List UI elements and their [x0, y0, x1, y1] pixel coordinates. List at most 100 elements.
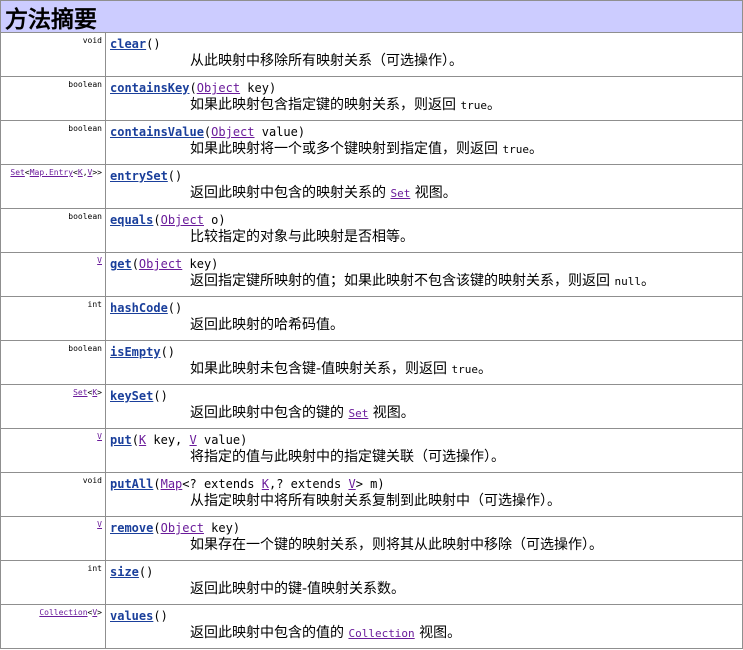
table-row: void clear() 从此映射中移除所有映射关系（可选操作）。: [0, 33, 743, 77]
summary-text: 将指定的值与此映射中的指定键关联（可选操作）。: [190, 449, 505, 465]
summary-code: true: [502, 143, 529, 156]
method-summary-text: 如果存在一个键的映射关系，则将其从此映射中移除（可选操作）。: [190, 536, 742, 554]
method-link-get[interactable]: get: [110, 257, 132, 271]
method-summary-text: 返回此映射中包含的值的 Collection 视图。: [190, 624, 742, 643]
method-summary-text: 将指定的值与此映射中的指定键关联（可选操作）。: [190, 448, 742, 466]
type-link-object[interactable]: Object: [197, 81, 240, 95]
summary-code: true: [451, 363, 479, 376]
return-type-text: void: [82, 476, 102, 485]
table-row: Collection<V> values() 返回此映射中包含的值的 Colle…: [0, 605, 743, 649]
summary-text: 如果存在一个键的映射关系，则将其从此映射中移除（可选操作）。: [190, 537, 603, 553]
table-row: V get(Object key) 返回指定键所映射的值；如果此映射不包含该键的…: [0, 253, 743, 297]
signature-text: ,? extends: [269, 477, 349, 491]
table-row: Set<Map.Entry<K,V>> entrySet() 返回此映射中包含的…: [0, 165, 743, 209]
signature-text: value): [254, 125, 306, 139]
summary-text: 返回此映射中包含的值的: [190, 625, 349, 641]
type-link-object[interactable]: Object: [211, 125, 254, 139]
return-type-text: boolean: [68, 80, 102, 89]
type-link-object[interactable]: Object: [139, 257, 182, 271]
table-row: int size() 返回此映射中的键-值映射关系数。: [0, 561, 743, 605]
method-link-isEmpty[interactable]: isEmpty: [110, 345, 161, 359]
return-type: boolean: [1, 341, 106, 384]
return-type: void: [1, 473, 106, 516]
type-link-v[interactable]: V: [97, 520, 102, 529]
summary-code: true: [460, 99, 487, 112]
method-summary-text: 返回此映射中包含的映射关系的 Set 视图。: [190, 184, 742, 203]
method-signature: equals(Object o): [110, 213, 226, 227]
method-link-putAll[interactable]: putAll: [110, 477, 153, 491]
table-row: V put(K key, V value) 将指定的值与此映射中的指定键关联（可…: [0, 429, 743, 473]
summary-text: 如果此映射将一个或多个键映射到指定值，则返回: [190, 141, 503, 157]
return-type-text: int: [87, 300, 102, 309]
type-punct: >: [97, 608, 102, 617]
method-link-clear[interactable]: clear: [110, 37, 146, 51]
type-link-k[interactable]: K: [262, 477, 269, 491]
table-row: V remove(Object key) 如果存在一个键的映射关系，则将其从此映…: [0, 517, 743, 561]
method-link-remove[interactable]: remove: [110, 521, 153, 535]
table-row: boolean containsValue(Object value) 如果此映…: [0, 121, 743, 165]
summary-text: 返回此映射中包含的映射关系的: [190, 185, 391, 201]
return-type: int: [1, 561, 106, 604]
summary-text: 从此映射中移除所有映射关系（可选操作）。: [190, 53, 463, 69]
method-link-containsKey[interactable]: containsKey: [110, 81, 189, 95]
summary-text: 从指定映射中将所有映射关系复制到此映射中（可选操作）。: [190, 493, 561, 509]
signature-text: (): [138, 565, 154, 579]
signature-text: (): [146, 37, 161, 51]
method-description: containsKey(Object key) 如果此映射包含指定键的映射关系，…: [106, 77, 742, 120]
summary-end: 。: [640, 273, 655, 289]
table-row: boolean isEmpty() 如果此映射未包含键-值映射关系，则返回 tr…: [0, 341, 743, 385]
summary-type-link[interactable]: Set: [390, 187, 410, 200]
signature-text: (: [153, 477, 161, 491]
summary-type-link[interactable]: Collection: [348, 627, 414, 640]
summary-end: 。: [478, 361, 493, 377]
type-link-v[interactable]: V: [97, 432, 102, 441]
method-link-keySet[interactable]: keySet: [110, 389, 153, 403]
type-link-collection[interactable]: Collection: [39, 608, 87, 617]
method-summary-text: 如果此映射将一个或多个键映射到指定值，则返回 true。: [190, 140, 742, 159]
summary-code: null: [614, 275, 641, 288]
summary-end: 视图。: [410, 185, 457, 201]
method-summary-text: 如果此映射包含指定键的映射关系，则返回 true。: [190, 96, 742, 115]
method-link-hashCode[interactable]: hashCode: [110, 301, 168, 315]
method-link-size[interactable]: size: [110, 565, 139, 579]
return-type: boolean: [1, 121, 106, 164]
signature-text: o): [203, 213, 226, 227]
signature-text: (): [167, 301, 183, 315]
method-link-equals[interactable]: equals: [110, 213, 153, 227]
type-link-object[interactable]: Object: [161, 521, 204, 535]
method-description: clear() 从此映射中移除所有映射关系（可选操作）。: [106, 33, 742, 76]
type-punct: >>: [92, 168, 102, 177]
return-type-text: void: [82, 36, 102, 45]
method-description: isEmpty() 如果此映射未包含键-值映射关系，则返回 true。: [106, 341, 742, 384]
method-summary-title: 方法摘要: [5, 6, 97, 33]
summary-type-link[interactable]: Set: [348, 407, 368, 420]
type-link-set[interactable]: Set: [10, 168, 24, 177]
method-description: put(K key, V value) 将指定的值与此映射中的指定键关联（可选操…: [106, 429, 742, 472]
signature-text: key): [240, 81, 277, 95]
type-link-v[interactable]: V: [348, 477, 355, 491]
method-link-values[interactable]: values: [110, 609, 153, 623]
signature-text: key,: [146, 433, 190, 447]
type-link-map-entry[interactable]: Map.Entry: [30, 168, 73, 177]
type-link-set[interactable]: Set: [73, 388, 87, 397]
return-type: int: [1, 297, 106, 340]
method-signature: size(): [110, 565, 742, 580]
method-signature: containsValue(Object value): [110, 125, 306, 139]
return-type: Set<K>: [1, 385, 106, 428]
method-link-containsValue[interactable]: containsValue: [110, 125, 204, 139]
table-row: boolean containsKey(Object key) 如果此映射包含指…: [0, 77, 743, 121]
return-type-text: int: [87, 564, 102, 573]
signature-text: <? extends: [182, 477, 262, 491]
type-link-object[interactable]: Object: [161, 213, 204, 227]
method-description: equals(Object o) 比较指定的对象与此映射是否相等。: [106, 209, 742, 252]
summary-text: 比较指定的对象与此映射是否相等。: [190, 229, 414, 245]
method-link-put[interactable]: put: [110, 433, 132, 447]
method-description: size() 返回此映射中的键-值映射关系数。: [106, 561, 742, 604]
type-link-v[interactable]: V: [190, 433, 197, 447]
method-link-entrySet[interactable]: entrySet: [110, 169, 168, 183]
method-signature: hashCode(): [110, 301, 742, 316]
signature-text: (: [131, 433, 139, 447]
type-link-map[interactable]: Map: [161, 477, 183, 491]
type-link-v[interactable]: V: [97, 256, 102, 265]
method-signature: remove(Object key): [110, 521, 241, 535]
